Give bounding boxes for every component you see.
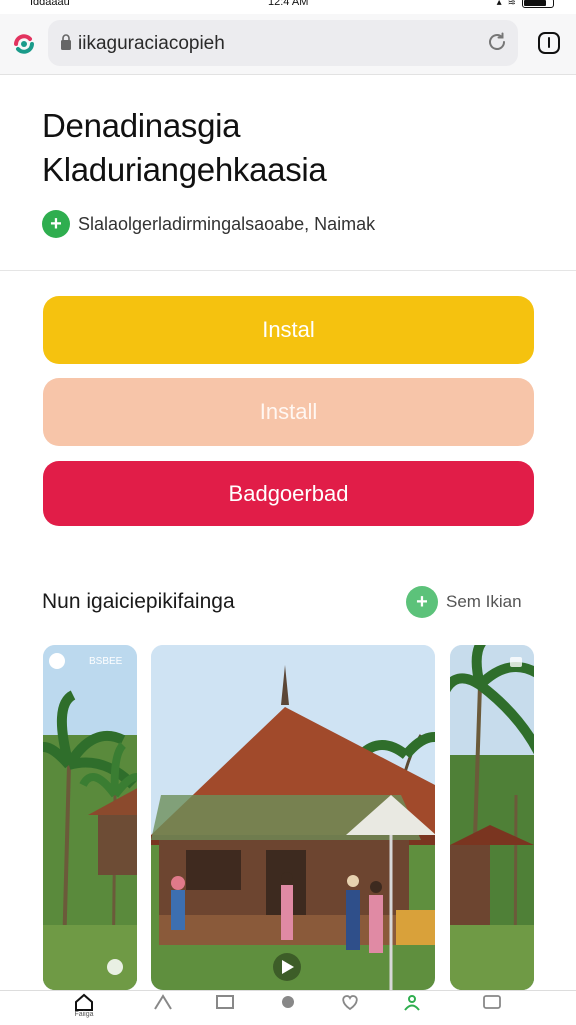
explore-icon <box>154 994 172 1010</box>
plus-icon[interactable]: + <box>42 210 70 238</box>
people-icon <box>404 995 420 1011</box>
gallery-card-right[interactable] <box>450 645 534 990</box>
traditional-house-image <box>151 645 435 990</box>
settings-icon <box>483 995 501 1009</box>
title-line-2: Kladuriangehkaasia <box>42 151 327 188</box>
gallery-card-left[interactable]: BSBEE <box>43 645 137 990</box>
subtitle-row: + Slalaolgerladirmingalsaoabe, Naimak <box>42 210 375 238</box>
section-title: Nun igaiciepikifainga <box>42 590 235 613</box>
nav-home-label: Faiiga <box>74 1011 94 1018</box>
page-title: Denadinasgia Kladuriangehkaasia <box>42 104 327 192</box>
status-bar: Iddaaau 12:4 AM ▴ ≋ <box>0 0 576 14</box>
palm-garden-image <box>43 645 137 990</box>
reload-icon[interactable] <box>486 31 508 53</box>
gallery-card-center[interactable] <box>151 645 435 990</box>
see-all-link[interactable]: + Sem Ikian <box>406 586 522 618</box>
notification-icon <box>282 996 294 1008</box>
install-button-primary[interactable]: Instal <box>43 296 534 364</box>
wifi-icon: ≋ <box>507 0 516 8</box>
plus-icon: + <box>406 586 438 618</box>
status-icons: ▴ ≋ <box>497 0 554 8</box>
palm-trees-image <box>450 645 534 990</box>
browser-logo-icon[interactable] <box>10 30 38 58</box>
browser-toolbar: iikaguraciacopieh <box>0 14 576 75</box>
download-button[interactable]: Badgoerbad <box>43 461 534 526</box>
nav-favorites[interactable] <box>320 993 380 1011</box>
camera-icon <box>49 653 65 669</box>
status-time: 12:4 AM <box>268 0 309 8</box>
signal-icon: ▴ <box>496 0 502 8</box>
address-bar[interactable]: iikaguraciacopieh <box>48 20 518 66</box>
media-icon <box>216 995 234 1009</box>
nav-people[interactable] <box>382 993 442 1011</box>
nav-home[interactable]: Faiiga <box>54 993 114 1018</box>
lock-icon <box>61 34 71 50</box>
divider <box>0 270 576 271</box>
card-badge: BSBEE <box>49 653 122 669</box>
nav-explore[interactable] <box>133 993 193 1011</box>
card-badge-text: BSBEE <box>89 655 123 667</box>
install-button-secondary[interactable]: Install <box>43 378 534 446</box>
nav-settings[interactable] <box>462 993 522 1011</box>
nav-media[interactable] <box>195 993 255 1011</box>
url-text: iikaguraciacopieh <box>78 33 225 54</box>
see-all-label: Sem Ikian <box>446 592 522 611</box>
status-carrier: Iddaaau <box>30 0 70 8</box>
heart-icon <box>342 995 358 1011</box>
home-icon <box>75 993 93 1011</box>
tabs-icon[interactable] <box>536 30 562 56</box>
subtitle-text: Slalaolgerladirmingalsaoabe, Naimak <box>78 213 376 234</box>
nav-notifications[interactable] <box>258 993 318 1011</box>
bottom-nav: Faiiga <box>0 990 576 1025</box>
battery-icon <box>522 0 554 8</box>
title-line-1: Denadinasgia <box>42 107 241 144</box>
